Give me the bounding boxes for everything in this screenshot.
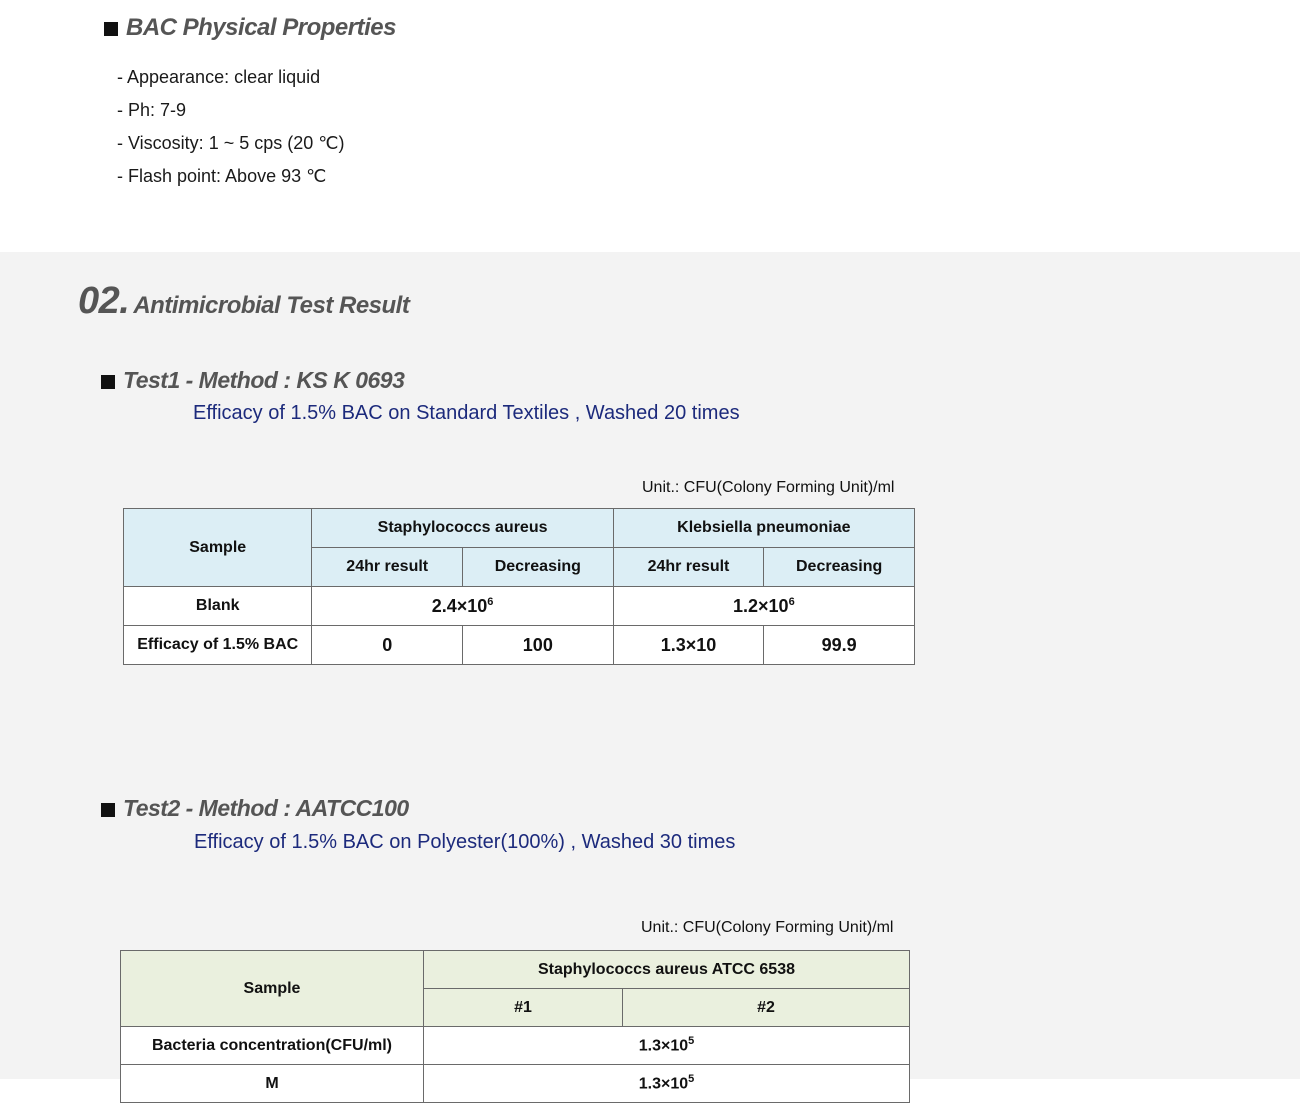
col-24hr-header: 24hr result [612, 547, 765, 587]
section-dot: . [119, 280, 130, 322]
organism-header: Staphylococcs aureus [311, 508, 614, 548]
eff-sa-24hr: 0 [311, 625, 463, 665]
eff-kp-decreasing: 99.9 [763, 625, 915, 665]
props-item: - Flash point: Above 93 ℃ [117, 166, 327, 186]
props-item: - Ph: 7-9 [117, 100, 187, 120]
organism-header: Klebsiella pneumoniae [612, 508, 916, 548]
col-1-header: #1 [423, 988, 623, 1027]
sample-header: Sample [122, 508, 313, 587]
section-title: Antimicrobial Test Result [133, 292, 410, 319]
props-list: - Appearance: clear liquid - Ph: 7-9 - V… [117, 62, 344, 194]
col-decreasing-header: Decreasing [461, 547, 614, 587]
partial-value: 1.3×105 [423, 1064, 910, 1103]
organism-header: Staphylococcs aureus ATCC 6538 [423, 950, 910, 989]
row-label-bacteria: Bacteria concentration(CFU/ml) [120, 1026, 424, 1065]
test1-table: Sample Staphylococcs aureus Klebsiella p… [122, 508, 916, 665]
props-item: - Viscosity: 1 ~ 5 cps (20 ℃) [117, 133, 345, 153]
test2-unit: Unit.: CFU(Colony Forming Unit)/ml [641, 919, 894, 936]
test2-subtitle: Efficacy of 1.5% BAC on Polyester(100%) … [194, 831, 736, 853]
row-label-efficacy: Efficacy of 1.5% BAC [122, 625, 313, 665]
bacteria-value: 1.3×105 [423, 1026, 910, 1065]
eff-sa-decreasing: 100 [461, 625, 614, 665]
col-24hr-header: 24hr result [311, 547, 463, 587]
row-label-blank: Blank [122, 586, 313, 626]
sample-header: Sample [120, 950, 424, 1027]
test1-title: Test1 - Method : KS K 0693 [123, 367, 405, 393]
test2-title: Test2 - Method : AATCC100 [123, 795, 409, 821]
props-title: BAC Physical Properties [126, 14, 396, 41]
square-bullet-icon [104, 21, 118, 36]
col-2-header: #2 [622, 988, 910, 1027]
test2-table: Sample Staphylococcs aureus ATCC 6538 #1… [120, 950, 910, 1103]
test1-subtitle: Efficacy of 1.5% BAC on Standard Textile… [193, 402, 740, 424]
test2-heading: Test2 - Method : AATCC100 [101, 795, 409, 822]
square-bullet-icon [101, 802, 115, 817]
test1-unit: Unit.: CFU(Colony Forming Unit)/ml [642, 479, 895, 496]
row-label-partial: M [120, 1064, 424, 1103]
physical-properties-section: BAC Physical Properties - Appearance: cl… [0, 0, 1300, 252]
props-item: - Appearance: clear liquid [117, 67, 321, 87]
eff-kp-24hr: 1.3×10 [612, 625, 765, 665]
square-bullet-icon [101, 374, 115, 389]
blank-value-kp: 1.2×106 [612, 586, 916, 626]
blank-value-sa: 2.4×106 [311, 586, 614, 626]
props-heading: BAC Physical Properties [104, 14, 396, 42]
section-number: 02 [78, 280, 120, 322]
test1-heading: Test1 - Method : KS K 0693 [101, 367, 405, 394]
col-decreasing-header: Decreasing [763, 547, 915, 587]
section-heading: 02. Antimicrobial Test Result [78, 280, 410, 323]
